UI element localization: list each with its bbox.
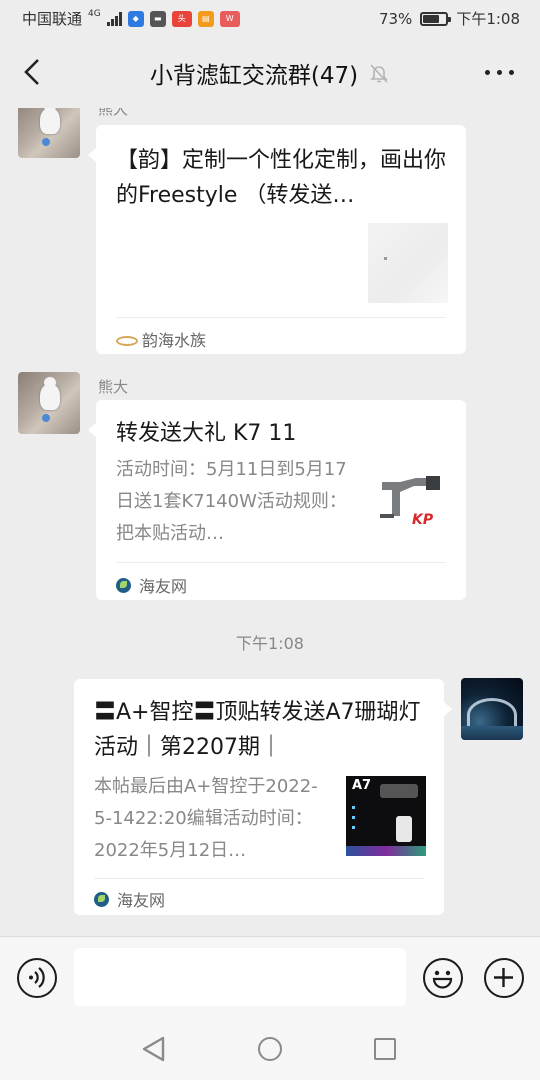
avatar[interactable] bbox=[18, 108, 80, 158]
toutiao-app-icon: 头 bbox=[171, 10, 192, 27]
yunhai-logo-icon bbox=[116, 334, 138, 346]
more-options-icon[interactable] bbox=[485, 70, 514, 75]
battery-percent: 73% bbox=[378, 9, 413, 28]
input-bar bbox=[0, 936, 540, 1018]
voice-input-button[interactable] bbox=[17, 958, 57, 998]
card-thumbnail: A7 bbox=[346, 776, 426, 856]
card-app-icon: ▤ bbox=[197, 10, 214, 27]
thumb-brand-text: KP bbox=[412, 512, 434, 528]
sender-name: 熊大 bbox=[98, 108, 129, 118]
haiyou-logo-icon bbox=[94, 891, 109, 907]
signal-icon bbox=[106, 11, 122, 26]
card-source: 海友网 bbox=[94, 887, 165, 911]
card-description: 本帖最后由A+智控于2022-5-1422:20编辑活动时间：2022年5月12… bbox=[94, 776, 318, 861]
status-bar: 中国联通 4G ◆ ▬ 头 ▤ W 73% 下午1:08 bbox=[0, 0, 540, 36]
plus-icon bbox=[494, 968, 513, 987]
card-title: 【韵】定制一个性化定制，画出你的Freestyle （转发送… bbox=[116, 148, 447, 208]
link-card-message[interactable]: 转发送大礼 K7 11 活动时间：5月11日到5月17日送1套K7140W活动规… bbox=[88, 400, 466, 600]
card-thumbnail: KP bbox=[372, 464, 452, 544]
card-divider bbox=[94, 878, 424, 879]
card-title: 〓A+智控〓顶贴转发送A7珊瑚灯活动｜第2207期｜ bbox=[94, 700, 421, 760]
thumb-brand-text: A7 bbox=[352, 778, 372, 793]
avatar[interactable] bbox=[461, 678, 523, 740]
avatar[interactable] bbox=[18, 372, 80, 434]
mute-bell-icon bbox=[370, 64, 389, 83]
message-input[interactable] bbox=[74, 948, 406, 1006]
haiyou-logo-icon bbox=[116, 577, 131, 593]
card-source: 韵海水族 bbox=[116, 327, 206, 351]
message-timestamp: 下午1:08 bbox=[236, 634, 304, 653]
card-source-name: 海友网 bbox=[117, 891, 166, 910]
sender-name: 熊大 bbox=[98, 378, 129, 396]
nav-back-icon[interactable] bbox=[142, 1036, 166, 1062]
message-app-icon: ▬ bbox=[149, 10, 166, 27]
shield-app-icon: ◆ bbox=[127, 10, 144, 27]
system-nav-bar bbox=[0, 1018, 540, 1080]
wps-app-icon: W bbox=[219, 10, 240, 27]
voice-icon bbox=[29, 967, 45, 988]
nav-recent-apps-icon[interactable] bbox=[374, 1038, 396, 1060]
chat-message-list[interactable]: 熊大 【韵】定制一个性化定制，画出你的Freestyle （转发送… 韵海水族 … bbox=[0, 108, 540, 936]
network-type: 4G bbox=[88, 8, 101, 19]
product-image bbox=[380, 476, 440, 518]
emoji-button[interactable] bbox=[423, 958, 463, 998]
nav-home-icon[interactable] bbox=[258, 1037, 282, 1061]
chat-title: 小背滤缸交流群(47) bbox=[149, 63, 359, 89]
more-functions-button[interactable] bbox=[484, 958, 524, 998]
link-card-message[interactable]: 【韵】定制一个性化定制，画出你的Freestyle （转发送… 韵海水族 bbox=[88, 125, 466, 354]
battery-level bbox=[423, 14, 440, 23]
card-title: 转发送大礼 K7 11 bbox=[116, 421, 297, 446]
card-source: 海友网 bbox=[116, 573, 187, 597]
card-source-name: 海友网 bbox=[139, 577, 188, 596]
battery-icon bbox=[420, 11, 452, 26]
carrier-name: 中国联通 bbox=[22, 10, 83, 28]
chat-title-area: 小背滤缸交流群(47) bbox=[0, 56, 540, 90]
chat-header: 小背滤缸交流群(47) bbox=[0, 36, 540, 108]
link-card-message[interactable]: 〓A+智控〓顶贴转发送A7珊瑚灯活动｜第2207期｜ 本帖最后由A+智控于202… bbox=[74, 679, 452, 915]
clock: 下午1:08 bbox=[456, 10, 520, 28]
card-thumbnail bbox=[368, 223, 448, 303]
card-source-name: 韵海水族 bbox=[142, 331, 207, 350]
smiley-icon bbox=[432, 970, 453, 989]
card-divider bbox=[116, 562, 446, 563]
card-divider bbox=[116, 317, 446, 318]
card-description: 活动时间：5月11日到5月17日送1套K7140W活动规则：把本贴活动… bbox=[116, 459, 347, 544]
